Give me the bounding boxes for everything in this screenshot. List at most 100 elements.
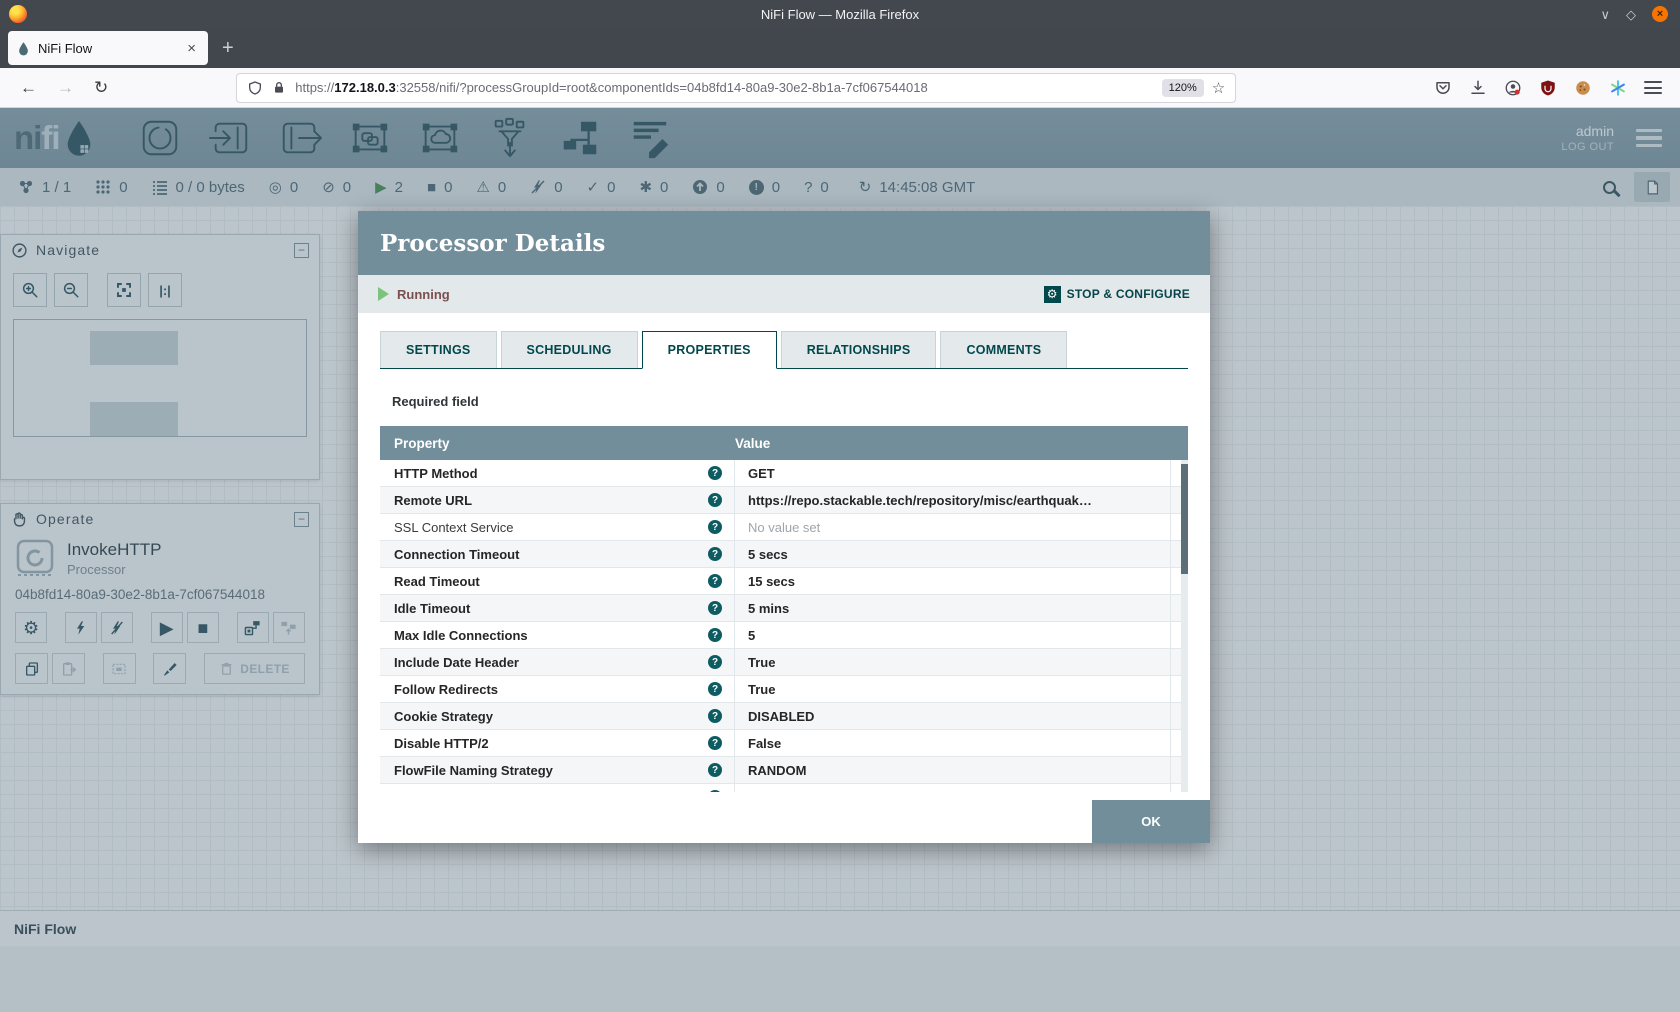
browser-tab[interactable]: NiFi Flow ×	[8, 31, 208, 65]
help-icon[interactable]: ?	[708, 574, 722, 588]
help-icon[interactable]: ?	[708, 628, 722, 642]
property-name: Cookie Strategy	[394, 709, 493, 724]
table-row[interactable]: Follow Redirects? True	[380, 676, 1188, 703]
stop-configure-gear-icon: ⚙	[1044, 286, 1061, 303]
tab-comments[interactable]: COMMENTS	[940, 331, 1067, 368]
dialog-status-row: Running ⚙ STOP & CONFIGURE	[358, 275, 1210, 313]
shield-icon[interactable]	[247, 80, 263, 96]
table-row[interactable]: Remote URL? https://repo.stackable.tech/…	[380, 487, 1188, 514]
run-status-label: Running	[397, 287, 450, 302]
property-value[interactable]: No value set	[735, 514, 1171, 540]
ublock-icon[interactable]	[1539, 79, 1557, 97]
dialog-header: Processor Details	[358, 211, 1210, 275]
column-value: Value	[735, 436, 1171, 451]
dialog-title: Processor Details	[380, 230, 605, 257]
property-name: FlowFile Naming Strategy	[394, 763, 553, 778]
help-icon[interactable]: ?	[708, 520, 722, 534]
extension-asterisk-icon[interactable]	[1609, 79, 1627, 97]
property-value[interactable]: False	[735, 730, 1171, 756]
processor-details-dialog: Processor Details Running ⚙ STOP & CONFI…	[358, 211, 1210, 843]
tab-settings[interactable]: SETTINGS	[380, 331, 497, 368]
ok-button[interactable]: OK	[1092, 800, 1210, 843]
table-row[interactable]: Disable HTTP/2? False	[380, 730, 1188, 757]
url-protocol: https://	[295, 80, 334, 95]
property-name: Read Timeout	[394, 574, 480, 589]
tab-close-icon[interactable]: ×	[183, 40, 200, 57]
url-path: :32558/nifi/?processGroupId=root&compone…	[396, 80, 928, 95]
stop-configure-label: STOP & CONFIGURE	[1067, 287, 1190, 301]
new-tab-button[interactable]: +	[222, 37, 234, 60]
nifi-app: nifi	[0, 108, 1680, 1012]
property-name: Disable HTTP/2	[394, 736, 489, 751]
help-icon[interactable]: ?	[708, 466, 722, 480]
scrollbar-thumb[interactable]	[1181, 464, 1188, 574]
property-value[interactable]: RANDOM	[735, 757, 1171, 783]
property-value[interactable]: 5 mins	[735, 595, 1171, 621]
lock-icon[interactable]	[271, 80, 287, 96]
property-name: Max Idle Connections	[394, 628, 528, 643]
nifi-favicon	[16, 41, 31, 56]
table-scrollbar[interactable]	[1181, 460, 1188, 792]
help-icon[interactable]: ?	[708, 736, 722, 750]
cookie-extension-icon[interactable]	[1574, 79, 1592, 97]
help-icon[interactable]: ?	[708, 655, 722, 669]
property-value[interactable]: https://repo.stackable.tech/repository/m…	[735, 487, 1171, 513]
help-icon[interactable]: ?	[708, 601, 722, 615]
column-property: Property	[380, 436, 735, 451]
property-name: HTTP Method	[394, 466, 478, 481]
property-value[interactable]: 15 secs	[735, 568, 1171, 594]
table-row[interactable]: Connection Timeout? 5 secs	[380, 541, 1188, 568]
window-minimize-icon[interactable]: ∨	[1600, 8, 1610, 21]
table-row[interactable]: FlowFile Naming Strategy? RANDOM	[380, 757, 1188, 784]
url-text[interactable]: https://172.18.0.3:32558/nifi/?processGr…	[295, 80, 1153, 95]
window-maximize-icon[interactable]: ◇	[1626, 8, 1636, 21]
page-zoom-badge[interactable]: 120%	[1162, 79, 1204, 97]
property-name: SSL Context Service	[394, 520, 513, 535]
table-row[interactable]: Idle Timeout? 5 mins	[380, 595, 1188, 622]
property-name: Follow Redirects	[394, 682, 498, 697]
url-bar[interactable]: https://172.18.0.3:32558/nifi/?processGr…	[236, 73, 1236, 103]
window-title: NiFi Flow — Mozilla Firefox	[0, 7, 1680, 22]
required-field-note: Required field	[392, 394, 1176, 409]
table-row[interactable]: Read Timeout? 15 secs	[380, 568, 1188, 595]
help-icon[interactable]: ?	[708, 493, 722, 507]
pocket-icon[interactable]	[1434, 79, 1452, 97]
bookmark-star-icon[interactable]: ☆	[1212, 79, 1225, 97]
table-row-partial[interactable]: Attributes to Send? No value set	[380, 784, 1188, 792]
property-value[interactable]: GET	[735, 460, 1171, 486]
profile-icon[interactable]	[1504, 79, 1522, 97]
property-value[interactable]: 5 secs	[735, 541, 1171, 567]
tab-properties[interactable]: PROPERTIES	[642, 331, 777, 369]
table-row[interactable]: SSL Context Service? No value set	[380, 514, 1188, 541]
help-icon[interactable]: ?	[708, 790, 722, 792]
tab-scheduling[interactable]: SCHEDULING	[501, 331, 638, 368]
help-icon[interactable]: ?	[708, 547, 722, 561]
table-row[interactable]: Include Date Header? True	[380, 649, 1188, 676]
browser-navbar: ← → ↻ https://172.18.0.3:32558/nifi/?pro…	[0, 68, 1680, 108]
stop-and-configure-button[interactable]: ⚙ STOP & CONFIGURE	[1044, 286, 1190, 303]
browser-menu-icon[interactable]	[1644, 81, 1662, 94]
tab-relationships[interactable]: RELATIONSHIPS	[781, 331, 937, 368]
property-name: Connection Timeout	[394, 547, 519, 562]
browser-tabstrip: NiFi Flow × +	[0, 28, 1680, 68]
table-row[interactable]: HTTP Method? GET	[380, 460, 1188, 487]
dialog-tabs: SETTINGS SCHEDULING PROPERTIES RELATIONS…	[380, 331, 1188, 369]
back-button[interactable]: ←	[10, 78, 47, 98]
help-icon[interactable]: ?	[708, 709, 722, 723]
property-name: Idle Timeout	[394, 601, 470, 616]
window-close-icon[interactable]: ×	[1652, 6, 1668, 22]
help-icon[interactable]: ?	[708, 682, 722, 696]
table-body[interactable]: HTTP Method? GET Remote URL? https://rep…	[380, 460, 1188, 792]
property-value[interactable]: No value set	[735, 784, 1171, 792]
help-icon[interactable]: ?	[708, 763, 722, 777]
property-value[interactable]: 5	[735, 622, 1171, 648]
window-titlebar: NiFi Flow — Mozilla Firefox ∨ ◇ ×	[0, 0, 1680, 28]
table-row[interactable]: Cookie Strategy? DISABLED	[380, 703, 1188, 730]
property-value[interactable]: True	[735, 676, 1171, 702]
property-value[interactable]: DISABLED	[735, 703, 1171, 729]
reload-button[interactable]: ↻	[84, 78, 118, 98]
table-row[interactable]: Max Idle Connections? 5	[380, 622, 1188, 649]
downloads-icon[interactable]	[1469, 79, 1487, 97]
property-value[interactable]: True	[735, 649, 1171, 675]
forward-button[interactable]: →	[47, 78, 84, 98]
